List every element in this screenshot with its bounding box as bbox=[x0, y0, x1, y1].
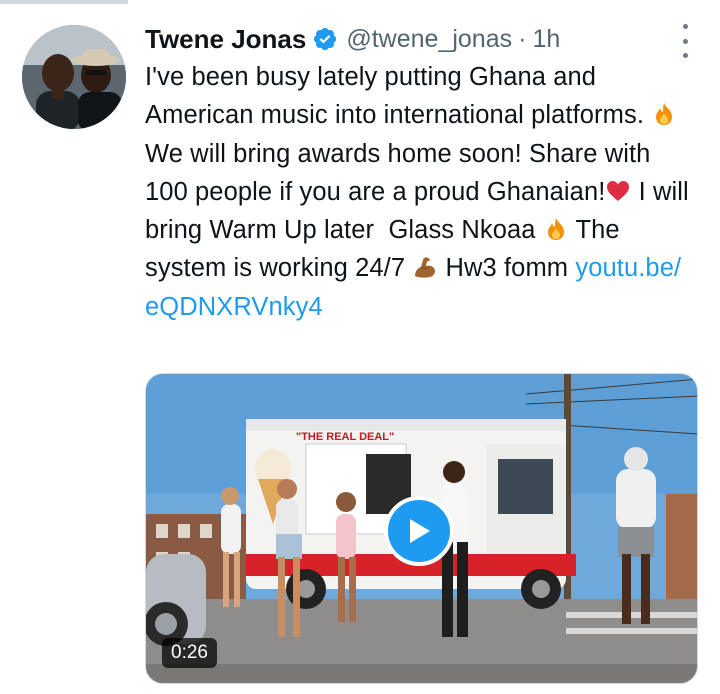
flexed-biceps-emoji-icon bbox=[412, 254, 438, 280]
timestamp[interactable]: 1h bbox=[532, 25, 560, 54]
truck-sign: "THE REAL DEAL" bbox=[296, 431, 394, 443]
play-button[interactable] bbox=[384, 496, 454, 566]
tweet-text-part: I've been busy lately putting Ghana and … bbox=[145, 63, 652, 130]
avatar[interactable] bbox=[22, 25, 126, 129]
top-divider bbox=[0, 0, 128, 4]
fire-emoji-icon bbox=[543, 216, 569, 242]
tweet-content: Twene Jonas @twene_jonas · 1h I've been … bbox=[145, 20, 697, 326]
tweet-text-part: Hw3 fomm bbox=[438, 254, 576, 283]
author-handle[interactable]: @twene_jonas bbox=[346, 25, 512, 54]
tweet-header: Twene Jonas @twene_jonas · 1h bbox=[145, 20, 697, 58]
play-icon bbox=[410, 519, 430, 543]
fire-emoji-icon bbox=[651, 101, 677, 127]
heart-emoji-icon bbox=[605, 178, 631, 204]
author-name[interactable]: Twene Jonas bbox=[145, 24, 306, 55]
separator-dot: · bbox=[518, 24, 527, 53]
video-duration: 0:26 bbox=[162, 638, 217, 668]
tweet-text: I've been busy lately putting Ghana and … bbox=[145, 58, 697, 326]
verified-badge-icon bbox=[312, 26, 338, 52]
video-player[interactable]: "THE REAL DEAL" 0:26 bbox=[145, 373, 698, 684]
more-options-icon[interactable] bbox=[673, 24, 697, 58]
